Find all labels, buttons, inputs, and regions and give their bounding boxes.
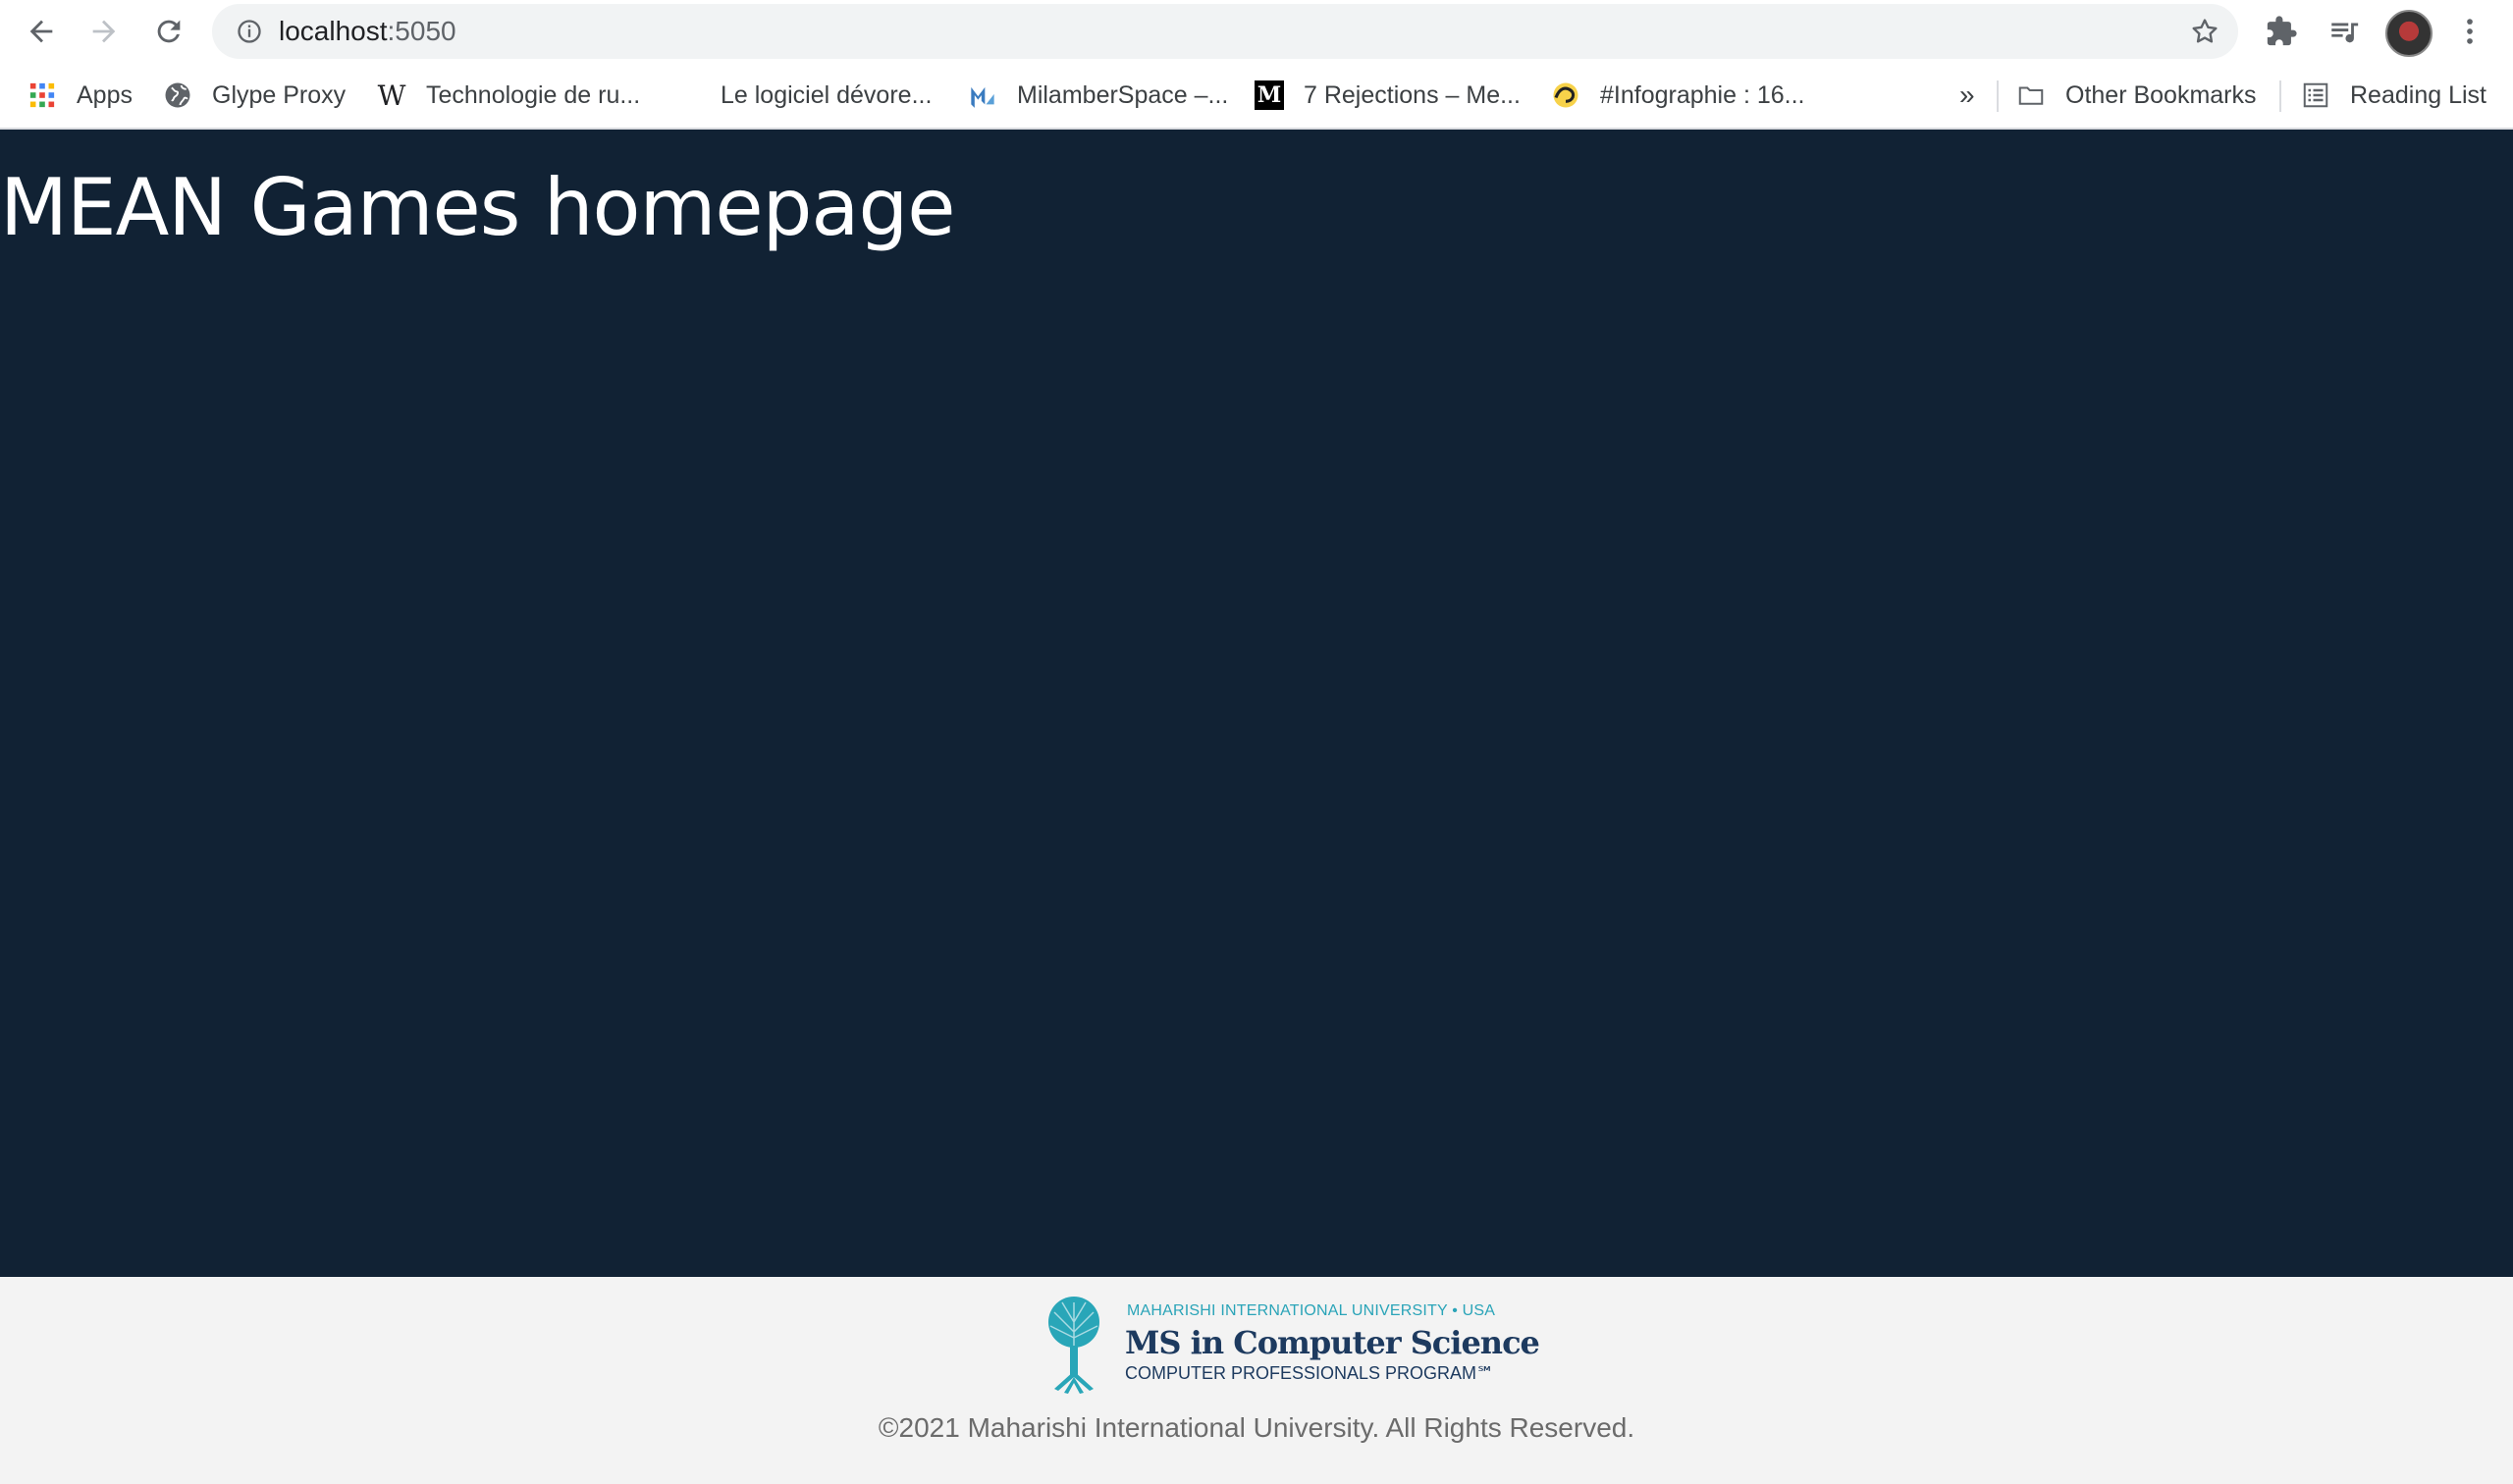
- address-bar[interactable]: localhost:5050: [212, 4, 2238, 59]
- bookmark-technologie[interactable]: W Technologie de ru...: [377, 63, 641, 128]
- url-port: :5050: [387, 16, 456, 46]
- bookmark-milamberspace[interactable]: MilamberSpace –...: [968, 63, 1228, 128]
- bookmark-label: Reading List: [2350, 80, 2486, 109]
- bookmark-star-icon[interactable]: [2189, 16, 2220, 47]
- extensions-button[interactable]: [2262, 12, 2301, 51]
- other-bookmarks-button[interactable]: Other Bookmarks: [2016, 63, 2257, 128]
- bookmark-7-rejections[interactable]: M 7 Rejections – Me...: [1255, 63, 1521, 128]
- page-title: MEAN Games homepage: [0, 162, 955, 253]
- reading-list-icon: [2301, 80, 2330, 110]
- url-host: localhost: [279, 16, 388, 46]
- bookmarks-overflow-button[interactable]: »: [1959, 63, 1975, 128]
- arrow-right-icon: [92, 20, 116, 43]
- logo-university-line: MAHARISHI INTERNATIONAL UNIVERSITY • USA: [1127, 1302, 1496, 1319]
- page-footer: MAHARISHI INTERNATIONAL UNIVERSITY • USA…: [0, 1277, 2513, 1484]
- wikipedia-icon: W: [377, 79, 406, 112]
- reload-icon: [157, 20, 181, 43]
- bookmarks-bar: Apps Glype Proxy W Technologie de ru... …: [0, 63, 2513, 130]
- bookmark-label: Technologie de ru...: [426, 80, 641, 109]
- browser-toolbar: localhost:5050: [0, 0, 2513, 63]
- site-icon: [1551, 80, 1580, 110]
- queue-music-icon: [2331, 23, 2359, 43]
- reload-button[interactable]: [145, 8, 192, 55]
- bookmarks-separator: [1997, 80, 1999, 112]
- bookmark-label: MilamberSpace –...: [1017, 80, 1229, 109]
- miu-logo: MAHARISHI INTERNATIONAL UNIVERSITY • USA…: [1025, 1293, 1540, 1395]
- arrow-left-icon: [29, 20, 53, 43]
- tree-logo-icon: [1048, 1297, 1099, 1394]
- bookmark-apps[interactable]: Apps: [27, 63, 133, 128]
- reading-list-button[interactable]: Reading List: [2301, 63, 2486, 128]
- forward-button[interactable]: [80, 8, 128, 55]
- copyright-text: ©2021 Maharishi International University…: [878, 1412, 1635, 1443]
- logo-program-title: MS in Computer Science: [1125, 1324, 1540, 1361]
- milamber-icon: [968, 80, 997, 110]
- apps-grid-icon: [27, 80, 57, 110]
- puzzle-icon: [2267, 16, 2297, 46]
- bookmark-label: Glype Proxy: [212, 80, 347, 109]
- info-icon[interactable]: [236, 18, 263, 45]
- medium-icon: M: [1255, 80, 1284, 110]
- bookmark-label: Le logiciel dévore...: [721, 80, 933, 109]
- profile-avatar[interactable]: [2385, 10, 2433, 57]
- bookmark-label: Apps: [77, 80, 133, 109]
- media-control-button[interactable]: [2325, 12, 2364, 51]
- bookmark-le-logiciel[interactable]: Le logiciel dévore...: [721, 63, 932, 128]
- more-vertical-icon: [2467, 19, 2473, 44]
- page-main: MEAN Games homepage: [0, 130, 2513, 1277]
- bookmark-glype-proxy[interactable]: Glype Proxy: [163, 63, 346, 128]
- bookmarks-separator: [2279, 80, 2281, 112]
- globe-icon: [163, 80, 192, 110]
- bookmark-infographie[interactable]: #Infographie : 16...: [1551, 63, 1804, 128]
- bookmark-label: 7 Rejections – Me...: [1304, 80, 1521, 109]
- url-text[interactable]: localhost:5050: [279, 4, 456, 59]
- bookmark-label: #Infographie : 16...: [1600, 80, 1805, 109]
- back-button[interactable]: [18, 8, 65, 55]
- bookmark-label: Other Bookmarks: [2065, 80, 2257, 109]
- menu-button[interactable]: [2450, 12, 2489, 51]
- logo-program-subtitle: COMPUTER PROFESSIONALS PROGRAM℠: [1125, 1363, 1495, 1383]
- overflow-chevron-icon: »: [1959, 80, 1975, 110]
- folder-icon: [2016, 80, 2046, 110]
